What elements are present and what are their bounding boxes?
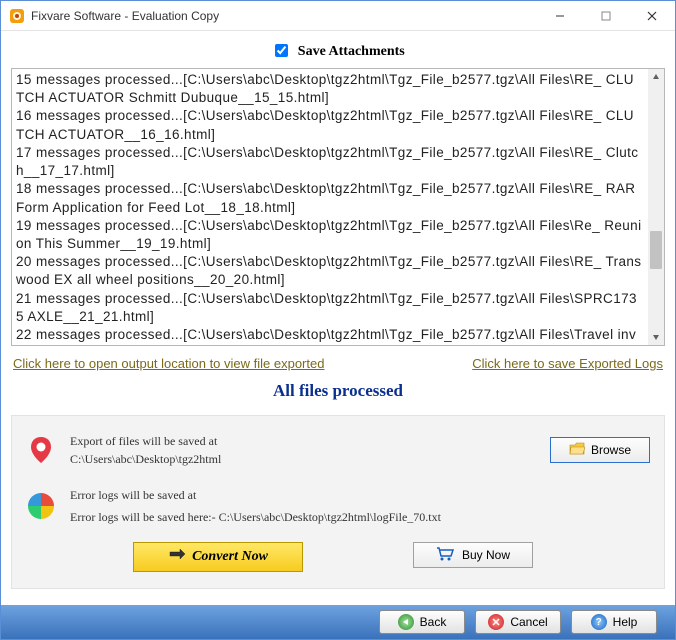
scroll-track[interactable]: [648, 85, 664, 329]
back-button[interactable]: Back: [379, 610, 465, 634]
save-logs-link[interactable]: Click here to save Exported Logs: [472, 356, 663, 371]
log-line: 22 messages processed...[C:\Users\abc\De…: [16, 326, 642, 345]
log-line: 21 messages processed...[C:\Users\abc\De…: [16, 290, 642, 326]
open-output-link[interactable]: Click here to open output location to vi…: [13, 356, 324, 371]
pie-chart-icon: [26, 491, 56, 521]
paths-panel: Export of files will be saved at C:\User…: [11, 415, 665, 589]
log-line: 19 messages processed...[C:\Users\abc\De…: [16, 217, 642, 253]
export-path-row: Export of files will be saved at C:\User…: [26, 426, 650, 474]
folder-icon: [569, 442, 585, 459]
back-label: Back: [420, 615, 447, 629]
log-line: 18 messages processed...[C:\Users\abc\De…: [16, 180, 642, 216]
log-line: 17 messages processed...[C:\Users\abc\De…: [16, 144, 642, 180]
scroll-thumb[interactable]: [650, 231, 662, 269]
minimize-button[interactable]: [537, 1, 583, 30]
save-attachments-text: Save Attachments: [298, 44, 405, 59]
log-line: 16 messages processed...[C:\Users\abc\De…: [16, 107, 642, 143]
log-line: 15 messages processed...[C:\Users\abc\De…: [16, 71, 642, 107]
help-label: Help: [613, 615, 638, 629]
log-panel: 15 messages processed...[C:\Users\abc\De…: [11, 68, 665, 346]
app-icon: [9, 8, 25, 24]
help-icon: ?: [591, 614, 607, 630]
save-attachments-checkbox[interactable]: [275, 44, 288, 57]
cancel-icon: [488, 614, 504, 630]
browse-button[interactable]: Browse: [550, 437, 650, 463]
maximize-button[interactable]: [583, 1, 629, 30]
browse-label: Browse: [591, 443, 631, 457]
scroll-down-icon[interactable]: [648, 329, 664, 345]
footer-bar: Back Cancel ? Help: [1, 605, 675, 639]
convert-label: Convert Now: [192, 549, 268, 565]
error-heading: Error logs will be saved at: [70, 486, 650, 504]
cart-icon: [436, 547, 454, 564]
back-icon: [398, 614, 414, 630]
scroll-up-icon[interactable]: [648, 69, 664, 85]
titlebar: Fixvare Software - Evaluation Copy: [1, 1, 675, 31]
log-scrollbar[interactable]: [648, 69, 664, 345]
log-line: 20 messages processed...[C:\Users\abc\De…: [16, 253, 642, 289]
window-title: Fixvare Software - Evaluation Copy: [31, 9, 537, 23]
save-attachments-checkbox-label[interactable]: Save Attachments: [271, 44, 404, 59]
buy-now-button[interactable]: Buy Now: [413, 542, 533, 568]
error-path-row: Error logs will be saved at Error logs w…: [26, 480, 650, 532]
status-message: All files processed: [11, 381, 665, 401]
buy-label: Buy Now: [462, 548, 510, 562]
export-heading: Export of files will be saved at: [70, 432, 536, 450]
cancel-button[interactable]: Cancel: [475, 610, 561, 634]
close-button[interactable]: [629, 1, 675, 30]
location-pin-icon: [26, 435, 56, 465]
save-attachments-row: Save Attachments: [11, 41, 665, 60]
error-path: Error logs will be saved here:- C:\Users…: [70, 508, 650, 526]
help-button[interactable]: ? Help: [571, 610, 657, 634]
convert-icon: [168, 547, 186, 568]
export-path: C:\Users\abc\Desktop\tgz2html: [70, 450, 536, 468]
cancel-label: Cancel: [510, 615, 547, 629]
log-output[interactable]: 15 messages processed...[C:\Users\abc\De…: [12, 69, 648, 345]
convert-now-button[interactable]: Convert Now: [133, 542, 303, 572]
